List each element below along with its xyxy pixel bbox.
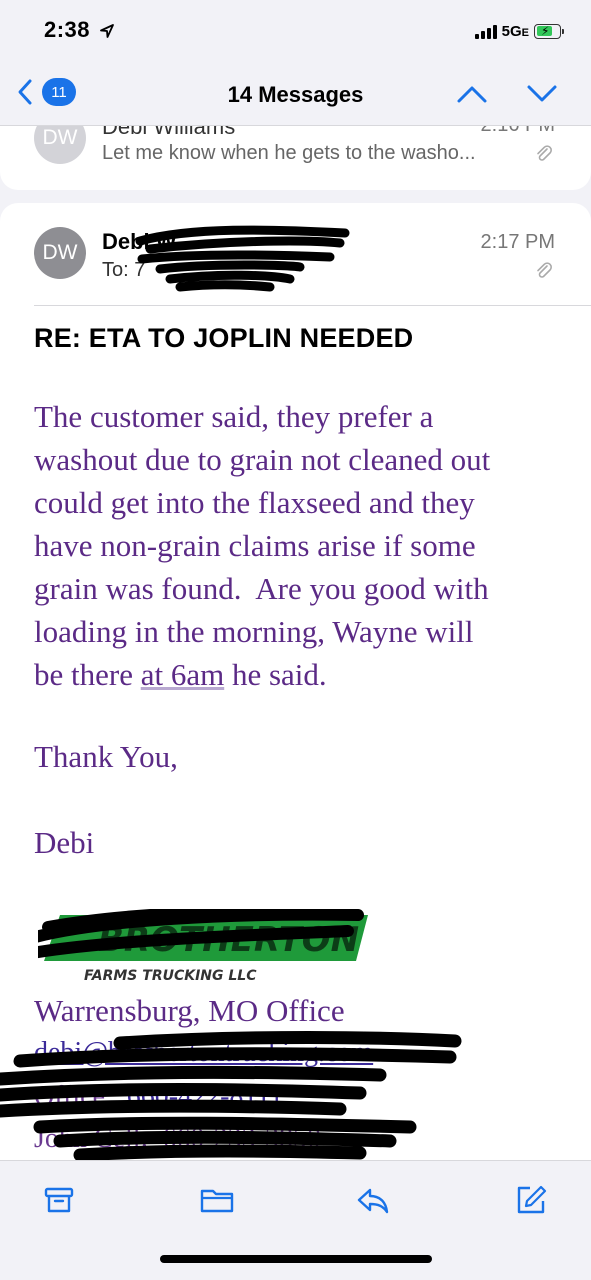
paperclip-icon: [537, 145, 552, 161]
nav-bar: 11 14 Messages: [0, 64, 591, 126]
chevron-up-icon[interactable]: [455, 82, 489, 106]
location-arrow-icon: [99, 24, 114, 39]
message-time: 2:17 PM: [480, 231, 555, 253]
body-line: grain was found. Are you good with: [34, 571, 489, 606]
company-logo: BROTHERTON FARMS TRUCKING LLC: [38, 909, 368, 984]
redaction-scribble: [0, 1031, 462, 1160]
paperclip-icon: [537, 262, 552, 278]
message-card: DW Debi W To: 7 2:17 PM RE: ETA TO JOPLI…: [0, 203, 591, 1160]
avatar: DW: [34, 227, 86, 279]
compose-icon[interactable]: [514, 1183, 548, 1217]
avatar: DW: [34, 126, 86, 164]
body-line: could get into the flaxseed and they: [34, 485, 475, 520]
office-location: Warrensburg, MO Office: [34, 993, 345, 1028]
clock-text: 2:38: [44, 17, 91, 42]
status-bar: 2:38 5GE ⚡: [0, 0, 591, 64]
reply-icon[interactable]: [356, 1183, 390, 1217]
body-line: be there at 6am he said.: [34, 657, 327, 692]
home-indicator[interactable]: [160, 1255, 432, 1263]
signal-icon: [474, 23, 497, 39]
message-preview: Let me know when he gets to the washo...: [102, 142, 476, 164]
body-line: loading in the morning, Wayne will: [34, 614, 474, 649]
message-time: 2:16 PM: [481, 126, 555, 137]
folder-icon[interactable]: [200, 1183, 234, 1217]
battery-charging-icon: ⚡: [534, 23, 564, 39]
header-divider: [34, 305, 591, 306]
redaction-scribble: [135, 225, 350, 292]
network-type: 5GE: [501, 22, 529, 40]
previous-message-card[interactable]: DW Debi Williams 2:16 PM Let me know whe…: [0, 126, 591, 190]
body-line: The customer said, they prefer a: [34, 399, 434, 434]
status-indicators: 5GE ⚡: [474, 20, 564, 42]
body-line: have non-grain claims arise if some: [34, 528, 476, 563]
body-line: washout due to grain not cleaned out: [34, 442, 491, 477]
message-subject: RE: ETA TO JOPLIN NEEDED: [34, 323, 414, 353]
sender-name: Debi Williams: [102, 126, 236, 139]
closing-signoff: Debi: [34, 825, 95, 860]
archive-icon[interactable]: [42, 1183, 76, 1217]
closing-thanks: Thank You,: [34, 739, 178, 774]
status-time: 2:38: [44, 17, 115, 43]
time-link[interactable]: at 6am: [141, 657, 225, 692]
chevron-down-icon[interactable]: [525, 82, 559, 106]
svg-text:FARMS TRUCKING LLC: FARMS TRUCKING LLC: [84, 968, 257, 984]
message-body: The customer said, they prefer a washout…: [34, 395, 564, 696]
thread-title: 14 Messages: [227, 82, 364, 107]
